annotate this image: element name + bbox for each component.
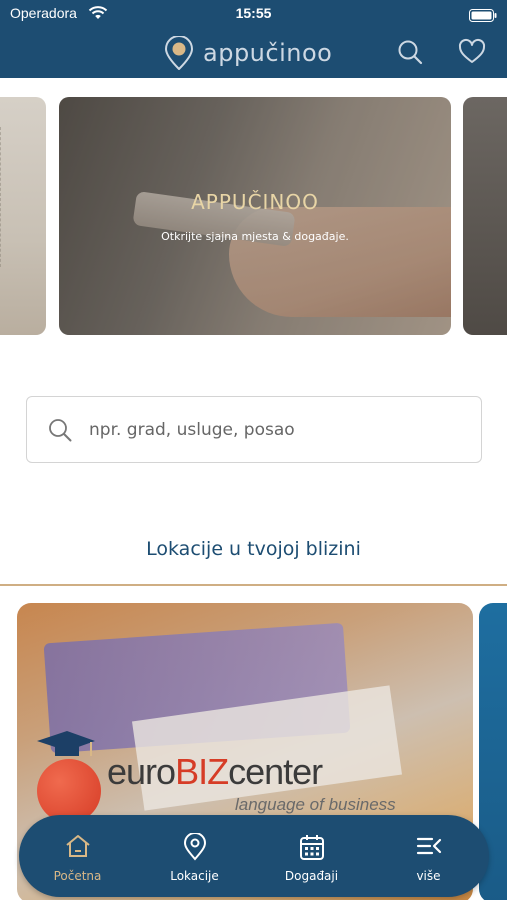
carousel-slide-current[interactable]: APPUČINOO Otkrijte sjajna mjesta & događ… [59, 97, 451, 335]
eurobiz-tagline: language of business [235, 795, 396, 814]
menu-more-icon [416, 837, 441, 855]
search-input[interactable] [89, 414, 469, 446]
battery-icon [469, 7, 497, 26]
nav-label: više [416, 869, 441, 883]
status-time: 15:55 [235, 5, 272, 21]
hero-carousel[interactable]: APPUČINOO Otkrijte sjajna mjesta & događ… [0, 97, 507, 335]
search-bar[interactable] [26, 396, 482, 463]
nearby-section-title: Lokacije u tvojoj blizini [146, 538, 361, 560]
nav-item-pocetna[interactable]: Početna [19, 815, 136, 897]
app-header: Operadora 15:55 appučinoo [0, 0, 507, 78]
nav-item-lokacije[interactable]: Lokacije [136, 815, 253, 897]
location-pin-icon [183, 833, 206, 861]
app-screen: Operadora 15:55 appučinoo APPUČINOO Otkr… [0, 0, 507, 900]
calendar-icon [299, 835, 324, 860]
search-icon[interactable] [396, 38, 424, 66]
nav-label: Događaji [284, 869, 339, 883]
bottom-nav: Početna Lokacije Događaji više [19, 815, 489, 897]
eurobiz-logo: euroBIZcenter language of business [25, 721, 465, 823]
nav-item-vise[interactable]: više [370, 815, 487, 897]
brand-name: appučinoo [203, 39, 333, 67]
brand-logo: appučinoo [164, 36, 332, 70]
carousel-slide-next[interactable] [463, 97, 507, 335]
status-bar: Operadora 15:55 [0, 0, 507, 28]
home-icon [65, 835, 90, 857]
pin-logo-icon [164, 36, 194, 70]
carousel-slide-prev[interactable] [0, 97, 46, 335]
nav-label: Lokacije [170, 869, 219, 883]
nav-item-dogadaji[interactable]: Događaji [253, 815, 370, 897]
slide-title: APPUČINOO [191, 190, 319, 214]
globe-icon [37, 759, 101, 823]
section-divider [0, 584, 507, 586]
graduation-cap-icon [37, 731, 95, 756]
nav-label: Početna [53, 869, 102, 883]
heart-icon[interactable] [458, 38, 486, 66]
search-field-icon [49, 419, 72, 442]
eurobiz-wordmark: euroBIZcenter [107, 751, 323, 792]
slide-subtitle: Otkrijte sjajna mjesta & događaje. [161, 230, 349, 243]
